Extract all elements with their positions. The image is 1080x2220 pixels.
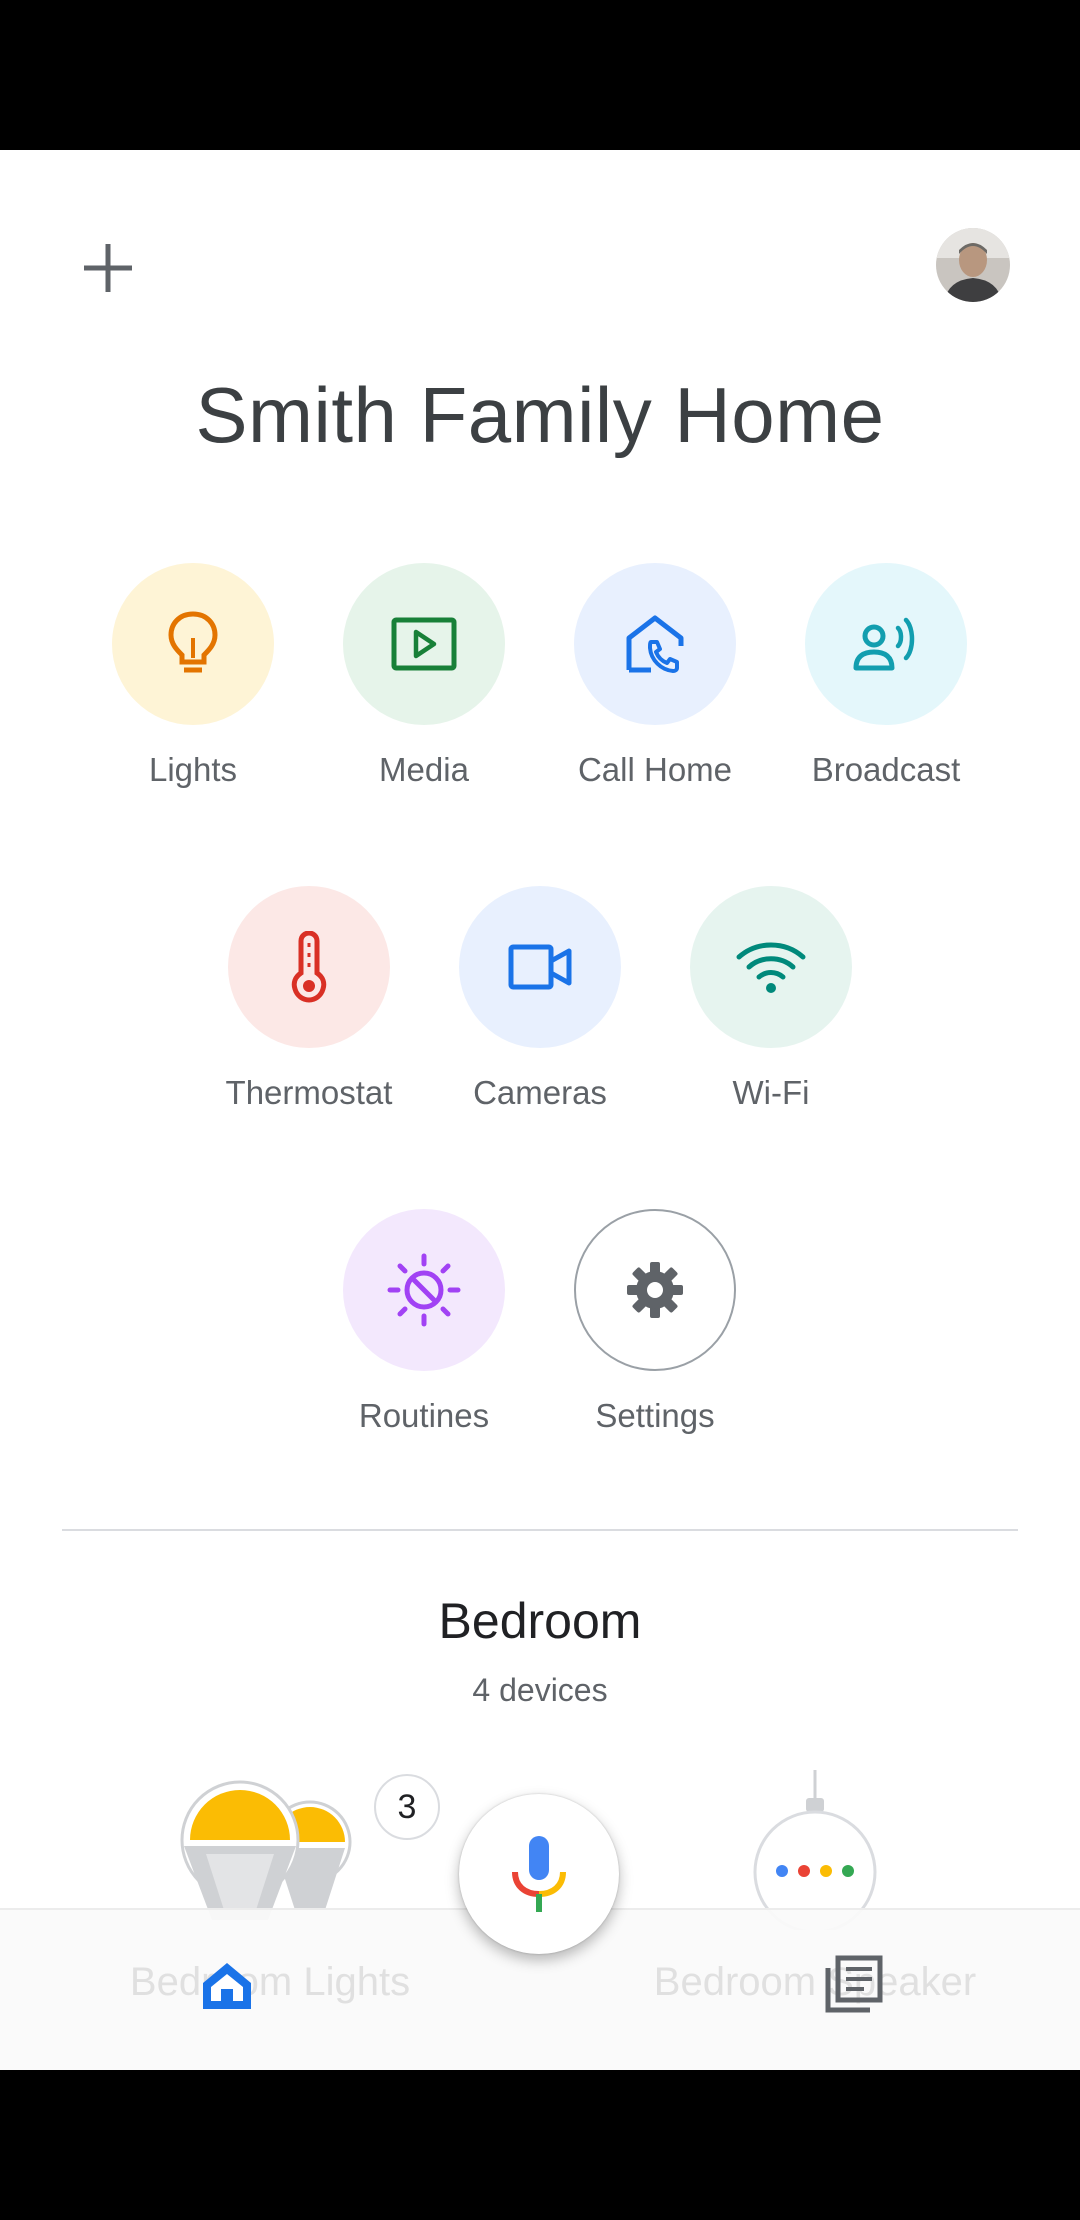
device-count-badge: 3 — [374, 1774, 440, 1840]
feed-tab[interactable] — [808, 1940, 898, 2030]
smart-speaker-icon — [753, 1770, 877, 1934]
plus-icon — [84, 244, 132, 292]
settings-label: Settings — [595, 1397, 715, 1434]
gear-icon — [627, 1262, 683, 1318]
home-tab[interactable] — [182, 1940, 272, 2030]
lights-label: Lights — [148, 751, 238, 788]
section-divider — [62, 1529, 1018, 1531]
thermostat-circle — [228, 886, 390, 1048]
wifi-action[interactable]: Wi-Fi — [661, 886, 881, 1112]
media-action[interactable]: Media — [314, 563, 534, 789]
routines-action[interactable]: Routines — [314, 1209, 534, 1435]
broadcast-label: Broadcast — [811, 751, 961, 788]
call-home-circle — [574, 563, 736, 725]
mic-icon — [512, 1836, 566, 1912]
cameras-circle — [459, 886, 621, 1048]
thermostat-label: Thermostat — [225, 1074, 393, 1111]
settings-circle — [574, 1209, 736, 1371]
wifi-label: Wi-Fi — [732, 1074, 810, 1111]
home-screen: Smith Family Home Lights Media Call Home… — [0, 150, 1080, 2070]
routines-icon — [387, 1253, 461, 1327]
wifi-icon — [736, 942, 806, 993]
room-title: Bedroom — [438, 1593, 642, 1649]
home-icon — [203, 1963, 251, 2009]
routines-label: Routines — [358, 1397, 490, 1434]
lights-action[interactable]: Lights — [83, 563, 303, 789]
broadcast-action[interactable]: Broadcast — [776, 563, 996, 789]
play-box-icon — [391, 617, 457, 671]
broadcast-circle — [805, 563, 967, 725]
lights-circle — [112, 563, 274, 725]
account-avatar[interactable] — [936, 228, 1010, 302]
room-device-count: 4 devices — [472, 1672, 608, 1708]
settings-action[interactable]: Settings — [545, 1209, 765, 1435]
feed-icon — [825, 1955, 883, 2013]
call-home-label: Call Home — [577, 751, 733, 788]
thermometer-icon — [291, 931, 327, 1003]
videocam-icon — [508, 944, 572, 990]
cameras-label: Cameras — [473, 1074, 607, 1111]
lightbulb-icon — [168, 611, 218, 673]
add-button[interactable] — [72, 232, 144, 304]
cameras-action[interactable]: Cameras — [430, 886, 650, 1112]
mic-button[interactable] — [459, 1794, 619, 1954]
broadcast-icon — [853, 617, 915, 671]
bulbs-icon — [180, 1780, 352, 1920]
wifi-circle — [690, 886, 852, 1048]
call-home-action[interactable]: Call Home — [545, 563, 765, 789]
media-circle — [343, 563, 505, 725]
routines-circle — [343, 1209, 505, 1371]
thermostat-action[interactable]: Thermostat — [199, 886, 419, 1112]
home-phone-icon — [626, 615, 684, 673]
media-label: Media — [379, 751, 469, 788]
bedroom-lights-device[interactable] — [160, 1770, 380, 1930]
bedroom-speaker-device[interactable] — [740, 1770, 890, 1934]
home-title: Smith Family Home — [195, 371, 885, 459]
